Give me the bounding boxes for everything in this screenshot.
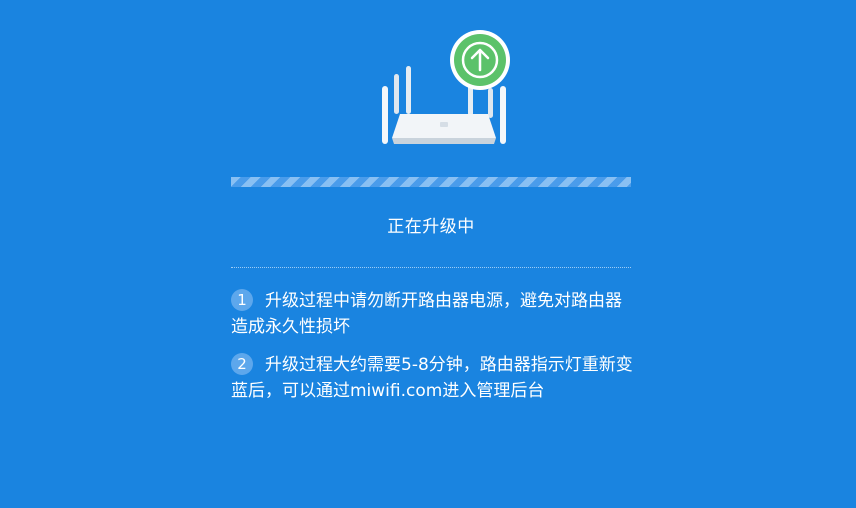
notice-item-1: 1 升级过程中请勿断开路由器电源，避免对路由器造成永久性损坏 — [231, 288, 637, 340]
router-icon — [382, 30, 510, 144]
divider — [231, 267, 631, 268]
number-badge-1: 1 — [231, 289, 253, 311]
upload-arrow-icon — [450, 30, 510, 90]
upgrade-panel: 正在升级中 1 升级过程中请勿断开路由器电源，避免对路由器造成永久性损坏 2 升级过… — [231, 0, 633, 508]
notice-text-1: 升级过程中请勿断开路由器电源，避免对路由器造成永久性损坏 — [231, 291, 622, 337]
number-badge-2: 2 — [231, 353, 253, 375]
upgrade-status-text: 正在升级中 — [387, 217, 475, 237]
notice-text-2: 升级过程大约需要5-8分钟，路由器指示灯重新变蓝后，可以通过miwifi.com… — [231, 355, 633, 401]
upgrade-progress-bar — [231, 177, 631, 187]
notice-item-2: 2 升级过程大约需要5-8分钟，路由器指示灯重新变蓝后，可以通过miwifi.co… — [231, 352, 637, 404]
